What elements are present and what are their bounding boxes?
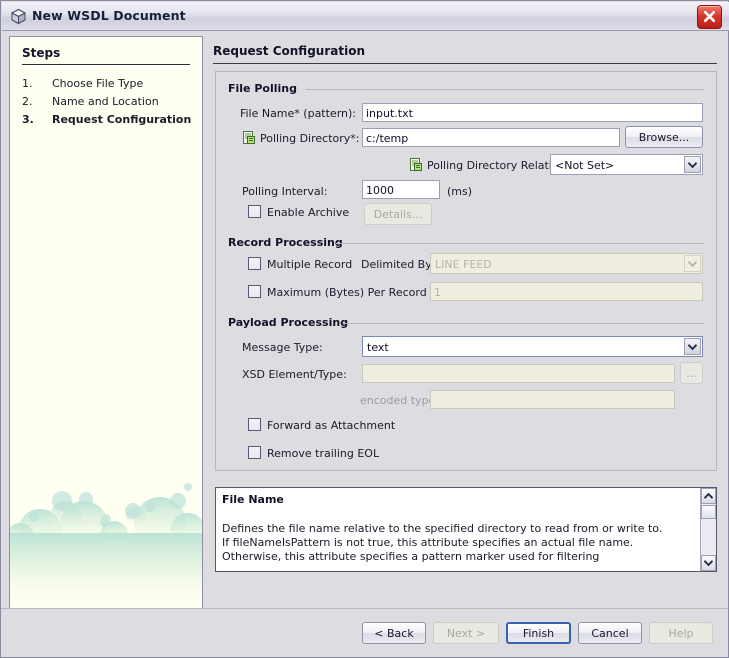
step-number: 2. (22, 95, 33, 108)
group-title-record-processing: Record Processing (228, 236, 349, 249)
polling-directory-input[interactable]: c:/temp (362, 128, 620, 147)
xsd-element-type-label: XSD Element/Type: (242, 368, 347, 381)
chevron-down-icon[interactable] (684, 338, 701, 355)
maximum-bytes-per-record-input: 1 (430, 282, 703, 301)
finish-button[interactable]: Finish (506, 622, 571, 644)
chevron-down-icon (704, 560, 713, 566)
enable-archive-label: Enable Archive (267, 206, 350, 219)
description-line: Defines the file name relative to the sp… (222, 522, 663, 535)
polling-interval-label: Polling Interval: (242, 185, 328, 198)
file-name-label: File Name* (pattern): (239, 107, 356, 120)
description-line: Otherwise, this attribute specifies a pa… (222, 550, 600, 563)
cube-icon (10, 8, 27, 25)
help-button: Help (649, 622, 713, 644)
chevron-up-icon (704, 493, 713, 499)
delimited-by-select: LINE FEED (430, 253, 703, 274)
step-label: Name and Location (52, 95, 159, 108)
step-label: Choose File Type (52, 77, 144, 90)
polling-directory-label: Polling Directory*: (260, 132, 360, 145)
decorative-bubbles-graphic (10, 483, 202, 608)
polling-interval-units: (ms) (447, 185, 473, 198)
description-panel: File Name Defines the file name relative… (215, 487, 717, 572)
remove-trailing-eol-label: Remove trailing EOL (267, 447, 380, 460)
next-button: Next > (433, 622, 499, 644)
window-title: New WSDL Document (32, 8, 186, 23)
request-configuration-form: File Polling File Name* (pattern): input… (215, 71, 717, 471)
cancel-button[interactable]: Cancel (578, 622, 642, 644)
message-type-select[interactable]: text (362, 336, 703, 357)
file-name-input[interactable]: input.txt (362, 103, 703, 122)
encoded-type-input (430, 390, 675, 409)
forward-as-attachment-label: Forward as Attachment (267, 419, 396, 432)
description-title: File Name (222, 493, 284, 506)
maximum-bytes-per-record-checkbox[interactable] (248, 285, 261, 298)
group-title-payload-processing: Payload Processing (228, 316, 355, 329)
multiple-record-label: Multiple Record (267, 258, 353, 271)
polling-interval-input[interactable]: 1000 (362, 180, 440, 199)
message-type-value: text (367, 341, 389, 354)
directory-file-icon (242, 131, 256, 145)
maximum-bytes-per-record-label: Maximum (Bytes) Per Record (267, 286, 427, 299)
scroll-up-button[interactable] (701, 488, 716, 504)
browse-button[interactable]: Browse... (625, 126, 703, 148)
multiple-record-checkbox[interactable] (248, 257, 261, 270)
step-number: 3. (22, 113, 34, 126)
chevron-down-icon[interactable] (684, 156, 701, 173)
scroll-down-button[interactable] (701, 555, 716, 571)
page-title-rule (213, 63, 717, 64)
footer-bar: < Back Next > Finish Cancel Help (1, 609, 728, 657)
enable-archive-checkbox[interactable] (248, 205, 261, 218)
forward-as-attachment-checkbox[interactable] (248, 418, 261, 431)
chevron-down-icon (684, 255, 701, 272)
message-type-label: Message Type: (242, 341, 323, 354)
steps-pane: Steps 1. Choose File Type 2. Name and Lo… (9, 36, 203, 609)
new-wsdl-document-dialog: New WSDL Document Steps 1. Choose File T… (0, 0, 729, 658)
back-button[interactable]: < Back (362, 622, 426, 644)
directory-file-icon (409, 158, 423, 172)
archive-details-button: Details... (364, 203, 432, 225)
page-title: Request Configuration (213, 44, 365, 58)
group-rule-record-processing (336, 243, 704, 244)
polling-directory-relative-to-select[interactable]: <Not Set> (550, 154, 703, 175)
xsd-browse-button: ... (680, 362, 703, 384)
delimited-by-label: Delimited By: (361, 258, 435, 271)
polling-directory-relative-to-value: <Not Set> (555, 159, 615, 172)
title-bar: New WSDL Document (2, 2, 729, 31)
steps-heading-rule (22, 64, 190, 65)
step-number: 1. (22, 77, 33, 90)
scrollbar-thumb[interactable] (701, 505, 716, 519)
delimited-by-value: LINE FEED (435, 258, 492, 271)
xsd-element-type-input (362, 364, 675, 383)
close-button[interactable] (697, 5, 722, 29)
steps-heading: Steps (22, 46, 61, 60)
encoded-type-label: encoded type: (360, 394, 440, 407)
group-title-file-polling: File Polling (228, 82, 303, 95)
step-label: Request Configuration (52, 113, 192, 126)
remove-trailing-eol-checkbox[interactable] (248, 446, 261, 459)
close-icon (703, 10, 716, 23)
group-rule-payload-processing (343, 323, 704, 324)
description-line: If fileNameIsPattern is not true, this a… (222, 536, 634, 549)
group-rule-file-polling (306, 89, 704, 90)
description-scrollbar[interactable] (700, 488, 716, 571)
